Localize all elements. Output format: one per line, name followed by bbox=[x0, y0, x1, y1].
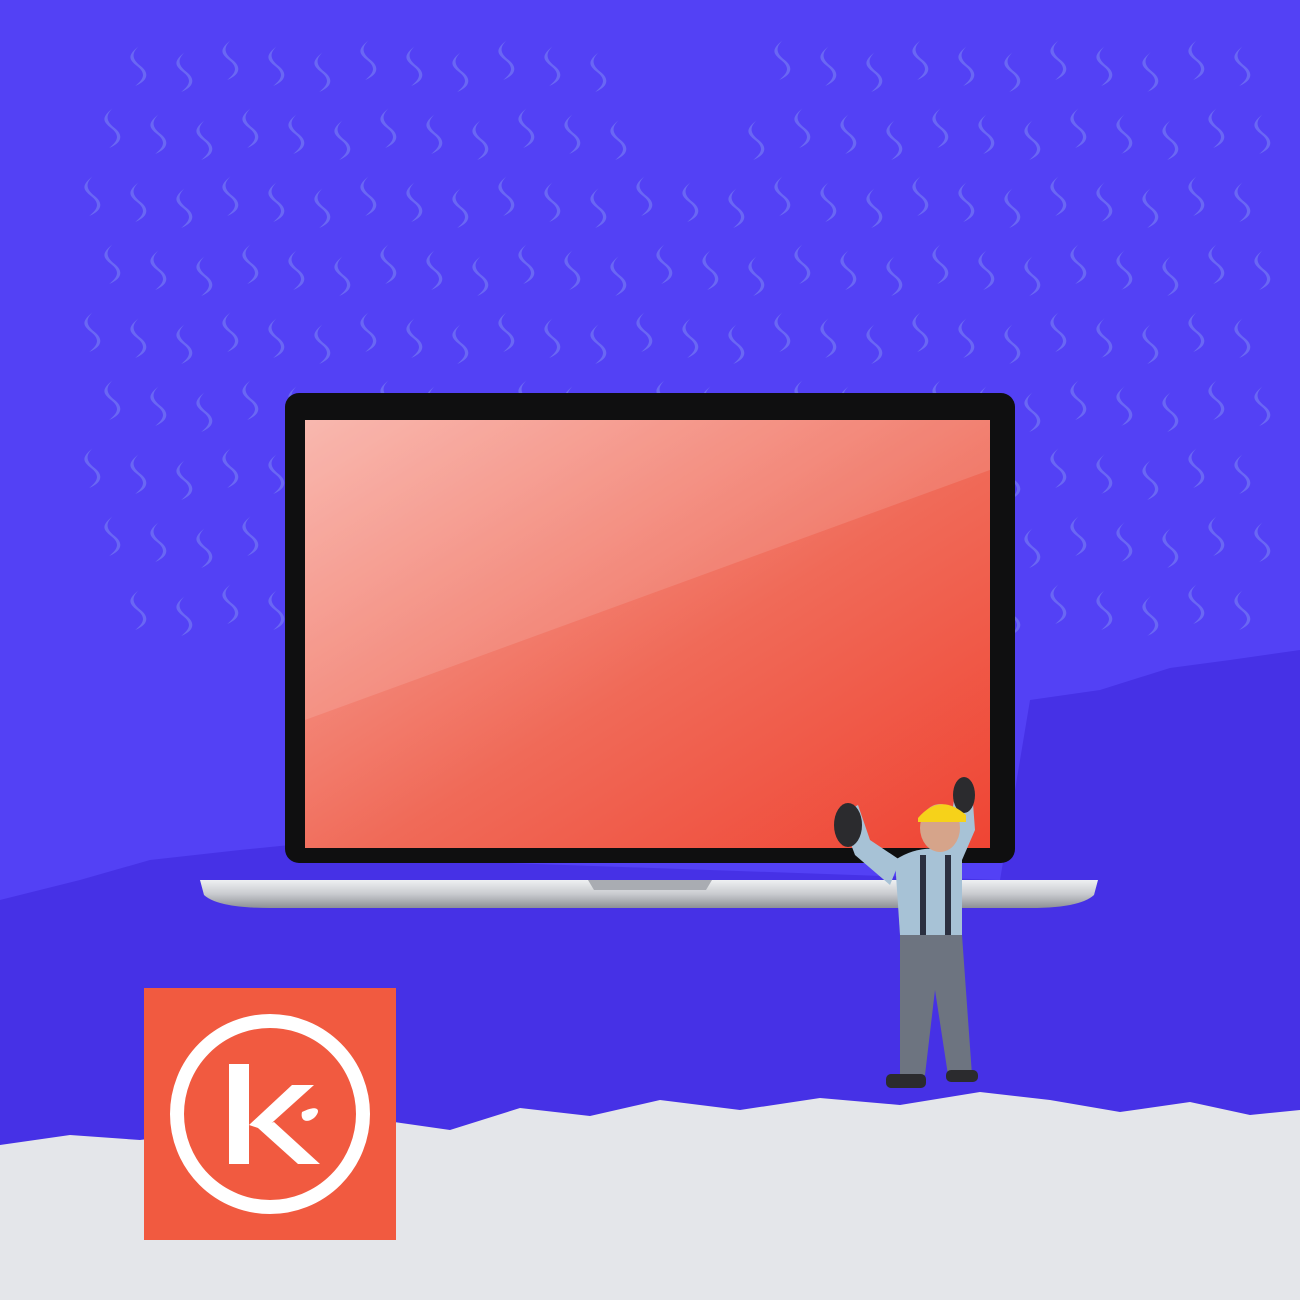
illustration-canvas bbox=[0, 0, 1300, 1300]
banner-illustration bbox=[0, 0, 1300, 1300]
k-logo-icon bbox=[144, 988, 396, 1240]
laptop-notch bbox=[588, 880, 712, 890]
